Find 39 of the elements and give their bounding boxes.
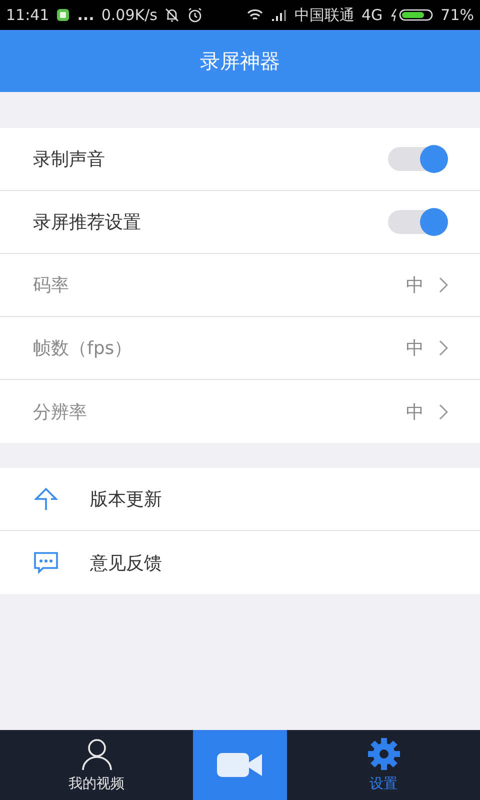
menu-item[interactable]: 意见反馈 bbox=[0, 531, 480, 594]
signal-icon bbox=[271, 8, 288, 22]
network-type-text: 4G bbox=[361, 6, 383, 24]
carrier-text: 中国联通 bbox=[294, 6, 354, 24]
toggle-switch[interactable] bbox=[388, 147, 446, 171]
settings-icon bbox=[366, 737, 400, 771]
nav-tab[interactable]: 设置 bbox=[287, 730, 480, 800]
battery-icon bbox=[390, 8, 434, 22]
chevron-right-icon bbox=[438, 277, 448, 293]
app-title: 录屏神器 bbox=[200, 48, 280, 74]
wifi-icon bbox=[246, 8, 264, 22]
setting-label: 帧数（fps） bbox=[33, 337, 132, 360]
setting-label: 录制声音 bbox=[33, 148, 105, 171]
app-notification-icon bbox=[56, 8, 70, 22]
chevron-right-icon bbox=[438, 404, 448, 420]
menu-item[interactable]: 版本更新 bbox=[0, 468, 480, 531]
setting-value: 中 bbox=[406, 274, 424, 297]
alarm-clock-icon bbox=[187, 7, 204, 23]
chat-bubble-icon bbox=[33, 550, 59, 574]
settings-row[interactable]: 录制声音 bbox=[0, 128, 480, 191]
more-notifications-text: ... bbox=[77, 6, 94, 24]
setting-label: 码率 bbox=[33, 274, 69, 297]
setting-value: 中 bbox=[406, 400, 424, 424]
setting-label: 录屏推荐设置 bbox=[33, 211, 141, 234]
network-speed-text: 0.09K/s bbox=[101, 6, 158, 24]
battery-percent-text: 71% bbox=[440, 6, 474, 24]
toggle-switch[interactable] bbox=[388, 210, 446, 234]
person-icon bbox=[80, 737, 114, 771]
muted-bell-icon bbox=[164, 7, 180, 23]
setting-value: 中 bbox=[406, 337, 424, 360]
video-camera-icon bbox=[216, 750, 264, 780]
menu-label: 意见反馈 bbox=[90, 552, 162, 574]
nav-tab[interactable]: 我的视频 bbox=[0, 730, 193, 800]
settings-row[interactable]: 录屏推荐设置 bbox=[0, 191, 480, 254]
clock-text: 11:41 bbox=[6, 6, 50, 24]
record-button[interactable] bbox=[193, 730, 287, 800]
menu-label: 版本更新 bbox=[90, 488, 162, 511]
chevron-right-icon bbox=[438, 340, 448, 356]
setting-label: 分辨率 bbox=[33, 400, 87, 424]
